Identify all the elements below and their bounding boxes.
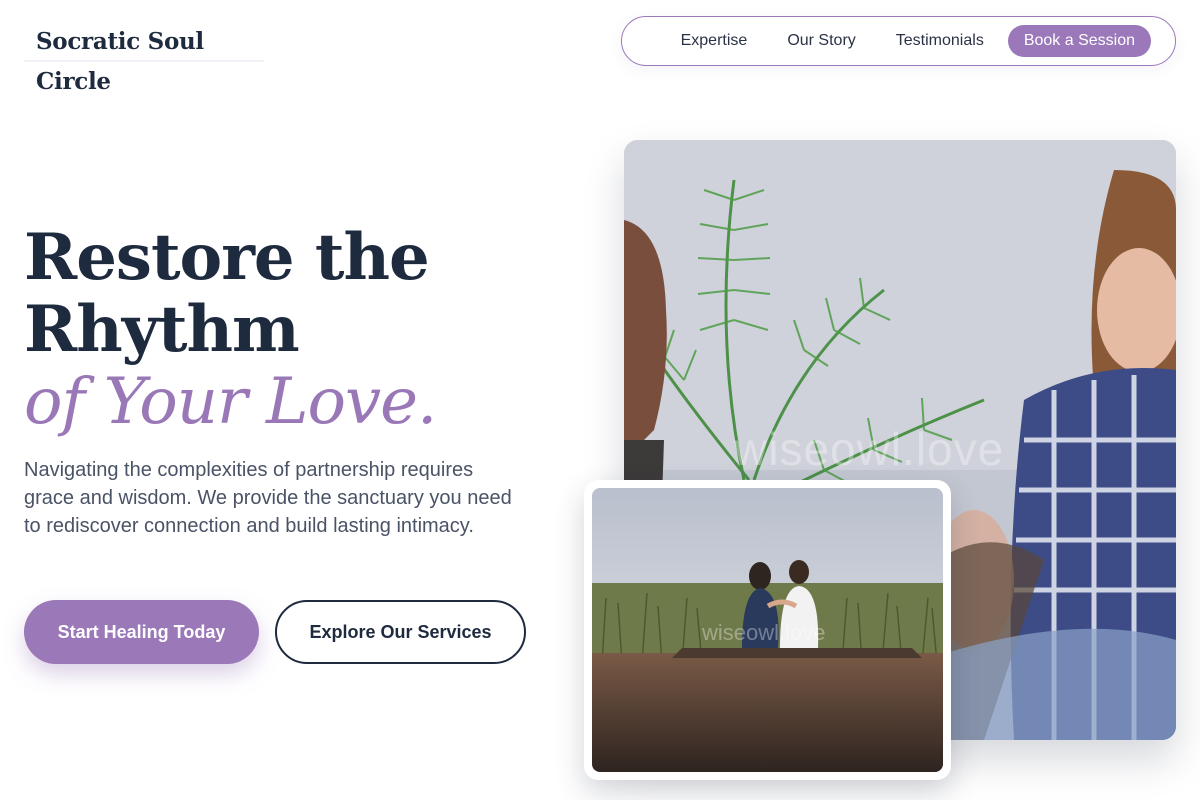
- headline-accent: of Your Love.: [24, 365, 437, 439]
- small-photo-watermark: wiseowl.love: [702, 620, 826, 645]
- hero-headline: Restore the Rhythm of Your Love.: [24, 220, 584, 439]
- couple-on-dock-photo: wiseowl.love: [592, 488, 943, 772]
- nav-link-expertise[interactable]: Expertise: [661, 32, 768, 50]
- nav-link-our-story[interactable]: Our Story: [767, 32, 875, 50]
- explore-services-button[interactable]: Explore Our Services: [275, 600, 526, 664]
- hero-description: Navigating the complexities of partnersh…: [24, 459, 512, 537]
- book-session-button[interactable]: Book a Session: [1007, 25, 1151, 57]
- couple-on-dock-photo-card: wiseowl.love: [584, 480, 951, 780]
- nav-link-testimonials[interactable]: Testimonials: [876, 32, 1004, 50]
- start-healing-button[interactable]: Start Healing Today: [24, 600, 259, 664]
- headline-line-1: Restore the: [24, 220, 430, 295]
- brand-logo[interactable]: Socratic Soul Circle: [24, 22, 264, 95]
- top-nav: Expertise Our Story Testimonials Book a …: [621, 16, 1176, 66]
- photo-watermark: wiseowl.love: [734, 423, 1005, 475]
- headline-line-2: Rhythm: [24, 292, 300, 367]
